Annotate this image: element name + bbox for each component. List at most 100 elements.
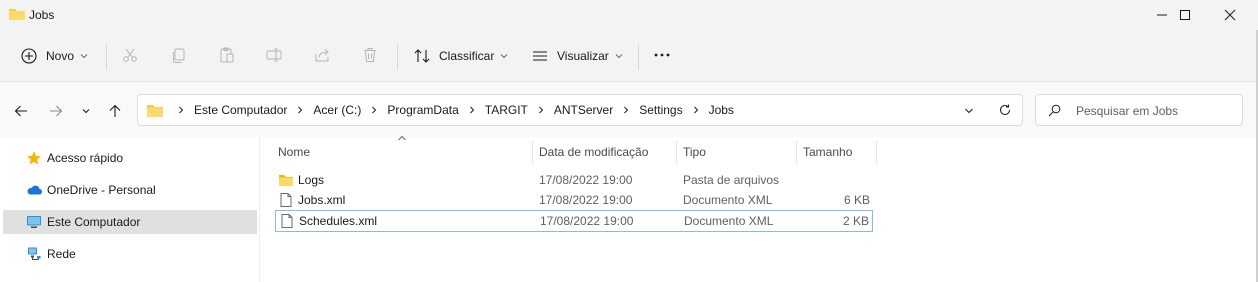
sort-icon [414, 49, 430, 63]
sort-ascending-icon [398, 135, 406, 141]
search-placeholder: Pesquisar em Jobs [1076, 104, 1179, 118]
sort-button[interactable]: Classificar [413, 42, 508, 70]
file-row[interactable]: Logs 17/08/2022 19:00 Pasta de arquivos [275, 170, 873, 190]
cut-icon [123, 48, 137, 62]
close-button[interactable] [1207, 0, 1253, 30]
view-icon [533, 51, 547, 61]
folder-icon [279, 175, 293, 186]
column-divider[interactable] [796, 141, 797, 163]
column-divider[interactable] [876, 141, 877, 163]
rename-icon [266, 48, 282, 62]
view-button[interactable]: Visualizar [531, 42, 623, 70]
folder-icon [147, 105, 163, 117]
delete-icon [364, 48, 376, 62]
file-modified: 17/08/2022 19:00 [539, 173, 633, 187]
paste-button[interactable] [217, 45, 237, 65]
chevron-down-icon [615, 54, 623, 59]
refresh-icon[interactable] [998, 103, 1012, 117]
breadcrumb-item[interactable]: ProgramData [387, 103, 458, 117]
file-name: Schedules.xml [299, 214, 378, 228]
close-icon [1224, 9, 1236, 21]
address-bar[interactable]: Este Computador Acer (C:) ProgramData TA… [137, 94, 1023, 126]
chevron-right-icon [179, 106, 184, 114]
window-title: Jobs [29, 8, 55, 22]
column-divider[interactable] [532, 141, 533, 163]
breadcrumb-item[interactable]: Jobs [709, 103, 734, 117]
file-type: Pasta de arquivos [683, 173, 780, 187]
sidebar-item-this-pc[interactable]: Este Computador [3, 210, 257, 234]
share-button[interactable] [312, 45, 332, 65]
chevron-right-icon [298, 106, 303, 114]
breadcrumb-item[interactable]: ANTServer [554, 103, 613, 117]
recent-locations-button[interactable] [76, 101, 96, 121]
chevron-down-icon[interactable] [964, 106, 974, 116]
file-row[interactable]: Jobs.xml 17/08/2022 19:00 Documento XML … [275, 190, 873, 210]
new-label: Novo [46, 49, 75, 63]
computer-icon [27, 216, 41, 228]
column-divider[interactable] [676, 141, 677, 163]
breadcrumb-item[interactable]: TARGIT [485, 103, 528, 117]
chevron-right-icon [539, 106, 544, 114]
back-button[interactable] [11, 101, 31, 121]
file-modified: 17/08/2022 19:00 [539, 193, 633, 207]
chevron-right-icon [469, 106, 474, 114]
folder-icon [9, 9, 25, 20]
maximize-icon [1180, 10, 1190, 20]
breadcrumb-item[interactable]: Acer (C:) [313, 103, 361, 117]
file-type: Documento XML [683, 193, 773, 207]
paste-icon [220, 47, 234, 63]
sidebar-item-label: Rede [47, 247, 76, 261]
chevron-down-icon [82, 109, 90, 114]
column-header-type[interactable]: Tipo [683, 141, 706, 163]
file-modified: 17/08/2022 19:00 [540, 214, 634, 228]
network-icon [28, 247, 41, 260]
column-header-name[interactable]: Nome [278, 141, 310, 163]
file-icon [281, 214, 293, 228]
chevron-right-icon [624, 106, 629, 114]
view-label: Visualizar [557, 49, 609, 63]
more-options-button[interactable] [652, 45, 672, 65]
star-icon [27, 151, 41, 165]
chevron-right-icon [372, 106, 377, 114]
breadcrumb-item[interactable]: Settings [639, 103, 682, 117]
file-size: 6 KB [843, 193, 870, 207]
arrow-up-icon [109, 104, 121, 117]
new-button[interactable]: Novo [20, 42, 88, 70]
sort-label: Classificar [439, 49, 495, 63]
toolbar-divider [638, 44, 639, 70]
more-icon [654, 53, 670, 57]
chevron-right-icon [693, 106, 698, 114]
chevron-down-icon [80, 54, 88, 59]
sidebar-item-quick-access[interactable]: Acesso rápido [3, 146, 257, 170]
breadcrumb-item[interactable]: Este Computador [194, 103, 287, 117]
search-icon [1048, 104, 1061, 117]
sidebar-item-onedrive[interactable]: OneDrive - Personal [3, 178, 257, 202]
file-type: Documento XML [684, 214, 774, 228]
sidebar-item-label: OneDrive - Personal [47, 183, 156, 197]
copy-button[interactable] [169, 45, 189, 65]
delete-button[interactable] [360, 45, 380, 65]
pane-divider [259, 137, 260, 282]
column-header-size[interactable]: Tamanho [803, 141, 852, 163]
maximize-button[interactable] [1162, 0, 1208, 30]
search-input[interactable]: Pesquisar em Jobs [1035, 94, 1243, 126]
breadcrumb: Este Computador Acer (C:) ProgramData TA… [168, 95, 734, 125]
column-header-modified[interactable]: Data de modificação [539, 141, 648, 163]
share-icon [315, 48, 329, 62]
cut-button[interactable] [120, 45, 140, 65]
up-button[interactable] [105, 101, 125, 121]
command-bar: Novo Classificar Visualizar [0, 30, 1258, 82]
sidebar-item-network[interactable]: Rede [3, 242, 257, 266]
file-name: Logs [298, 173, 325, 187]
navigation-pane: Acesso rápido OneDrive - Personal Este C… [0, 137, 258, 282]
sidebar-item-label: Este Computador [47, 215, 141, 229]
arrow-left-icon [14, 105, 27, 117]
forward-button[interactable] [46, 101, 66, 121]
rename-button[interactable] [264, 45, 284, 65]
file-row[interactable]: Schedules.xml 17/08/2022 19:00 Documento… [275, 210, 873, 232]
plus-circle-icon [21, 48, 37, 64]
toolbar-divider [397, 44, 398, 70]
file-name: Jobs.xml [298, 193, 346, 207]
file-size: 2 KB [842, 214, 869, 228]
copy-icon [173, 48, 185, 63]
